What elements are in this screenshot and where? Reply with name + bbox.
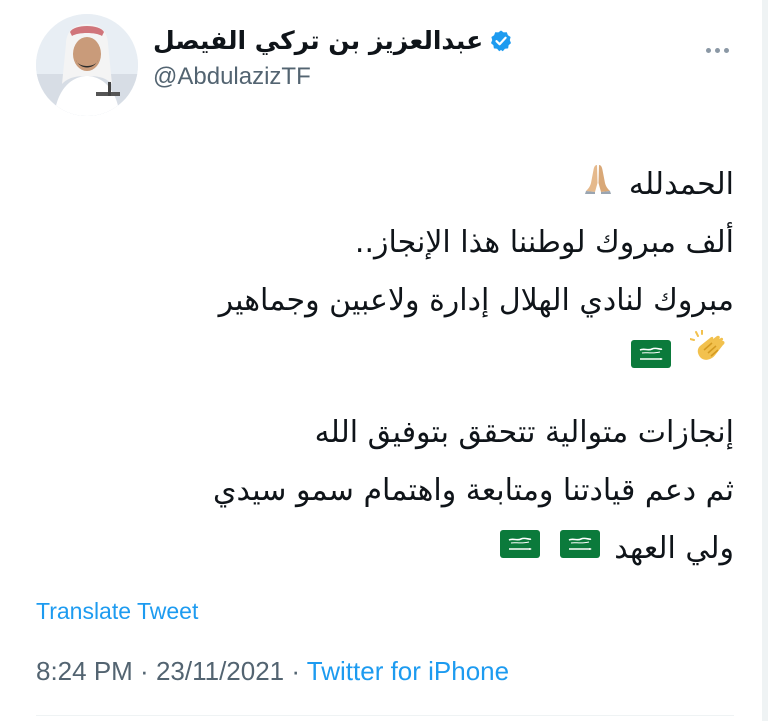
tweet-text-line-1: الحمدلله bbox=[628, 167, 734, 202]
more-dots-icon[interactable] bbox=[706, 38, 736, 53]
tweet-text-line-7: ولي العهد bbox=[614, 531, 734, 566]
meta-separator: · bbox=[132, 656, 156, 686]
tweet-source-link[interactable]: Twitter for iPhone bbox=[307, 656, 509, 686]
tweet-line: الحمدلله bbox=[34, 156, 734, 214]
avatar[interactable] bbox=[36, 14, 138, 116]
meta-separator: · bbox=[284, 656, 307, 686]
display-name[interactable]: عبدالعزيز بن تركي الفيصل bbox=[153, 24, 483, 58]
tweet-meta: 8:24 PM · 23/11/2021 · Twitter for iPhon… bbox=[36, 656, 509, 687]
saudi-flag-emoji bbox=[559, 521, 601, 579]
tweet-text: الحمدلله ألف مبروك لوطننا هذا الإنجاز.. … bbox=[34, 156, 734, 578]
tweet-text-line-6: ثم دعم قيادتنا ومتابعة واهتمام سمو سيدي bbox=[212, 473, 734, 508]
divider bbox=[36, 715, 734, 716]
tweet-header: عبدالعزيز بن تركي الفيصل @AbdulazizTF bbox=[36, 14, 736, 118]
scrollbar-track bbox=[762, 0, 768, 721]
tweet-text-line-5: إنجازات متوالية تتحقق بتوفيق الله bbox=[314, 415, 734, 450]
tweet-text-line-3: مبروك لنادي الهلال إدارة ولاعبين وجماهير bbox=[218, 283, 734, 318]
folded-hands-emoji bbox=[581, 157, 615, 215]
emoji-line bbox=[34, 329, 734, 390]
saudi-flag-emoji bbox=[630, 331, 672, 389]
clapping-hands-emoji bbox=[689, 329, 730, 390]
tweet-date: 23/11/2021 bbox=[155, 656, 285, 686]
user-handle[interactable]: @AbdulazizTF bbox=[153, 62, 513, 92]
tweet-text-line-2: ألف مبروك لوطننا هذا الإنجاز.. bbox=[354, 225, 734, 260]
saudi-flag-emoji bbox=[499, 521, 541, 579]
verified-badge-icon bbox=[489, 29, 513, 53]
tweet-time: 8:24 PM bbox=[36, 656, 133, 686]
translate-tweet-link[interactable]: Translate Tweet bbox=[36, 598, 198, 625]
